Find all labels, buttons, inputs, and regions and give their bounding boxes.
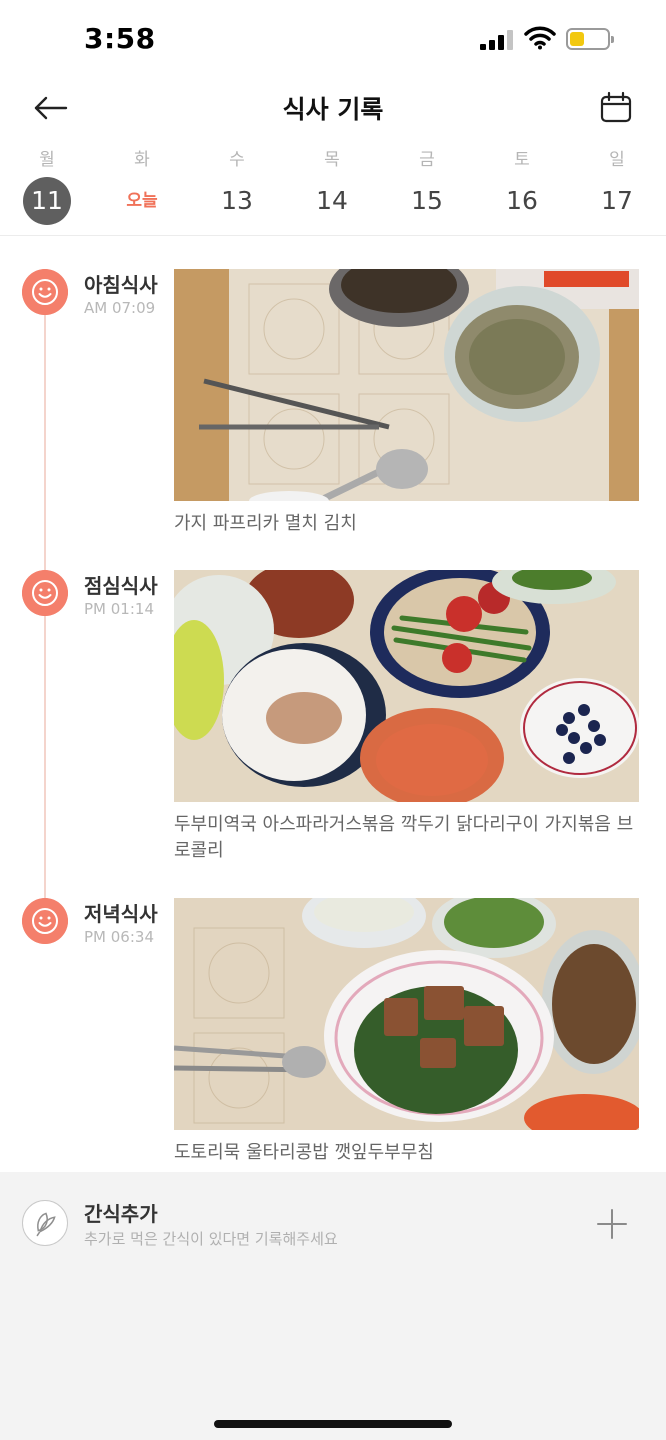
day-thu[interactable]: 목 14 <box>297 140 367 236</box>
day-sun[interactable]: 일 17 <box>582 140 652 236</box>
leaf-icon <box>22 1200 68 1246</box>
day-number: 16 <box>506 186 538 215</box>
day-name: 목 <box>324 150 340 170</box>
day-name: 수 <box>229 150 245 170</box>
plus-icon <box>597 1209 627 1239</box>
day-name: 월 <box>39 150 55 170</box>
snack-title: 간식추가 <box>84 1202 158 1226</box>
today-label: 오늘 <box>126 191 158 211</box>
smiley-icon <box>22 570 68 616</box>
snack-subtitle: 추가로 먹은 간식이 있다면 기록해주세요 <box>84 1230 338 1248</box>
meal-type: 아침식사 <box>84 273 158 297</box>
battery-icon <box>566 28 614 50</box>
day-name: 토 <box>514 150 530 170</box>
day-sat[interactable]: 토 16 <box>487 140 557 236</box>
add-snack-button[interactable] <box>594 1206 630 1242</box>
meal-type: 저녁식사 <box>84 902 158 926</box>
week-selector: 월 11 화 오늘 수 13 목 14 금 15 토 16 일 17 <box>0 140 666 236</box>
page-title: 식사 기록 <box>282 95 384 124</box>
smiley-icon <box>22 898 68 944</box>
calendar-button[interactable] <box>598 90 634 126</box>
day-fri[interactable]: 금 15 <box>392 140 462 236</box>
day-name: 일 <box>609 150 625 170</box>
meal-foods: 도토리묵 울타리콩밥 깻잎두부무침 <box>174 1142 434 1163</box>
meal-time: PM 06:34 <box>84 928 154 946</box>
meal-photo[interactable] <box>174 269 639 501</box>
meal-type: 점심식사 <box>84 574 158 598</box>
meal-foods: 두부미역국 아스파라거스볶음 깍두기 닭다리구이 가지볶음 브로콜리 <box>174 814 634 861</box>
day-number: 13 <box>221 186 253 215</box>
meal-time: PM 01:14 <box>84 600 154 618</box>
day-number: 15 <box>411 186 443 215</box>
smiley-icon <box>22 269 68 315</box>
home-indicator[interactable] <box>214 1420 452 1428</box>
calendar-icon <box>600 91 632 123</box>
day-wed[interactable]: 수 13 <box>202 140 272 236</box>
snack-section: 간식추가 추가로 먹은 간식이 있다면 기록해주세요 <box>0 1172 666 1440</box>
status-bar: 3:58 <box>0 0 666 80</box>
meal-photo[interactable] <box>174 570 639 802</box>
meal-photo[interactable] <box>174 898 639 1130</box>
day-mon[interactable]: 월 11 <box>12 140 82 236</box>
day-number: 17 <box>601 186 633 215</box>
day-number: 14 <box>316 186 348 215</box>
day-number-selected: 11 <box>23 177 71 225</box>
meal-time: AM 07:09 <box>84 299 156 317</box>
day-name: 금 <box>419 150 435 170</box>
header: 식사 기록 <box>0 80 666 136</box>
day-name: 화 <box>134 150 150 170</box>
cellular-signal-icon <box>480 30 516 50</box>
meal-foods: 가지 파프리카 멸치 김치 <box>174 513 357 534</box>
day-tue[interactable]: 화 오늘 <box>107 140 177 236</box>
wifi-icon <box>524 26 556 50</box>
status-time: 3:58 <box>84 22 156 55</box>
